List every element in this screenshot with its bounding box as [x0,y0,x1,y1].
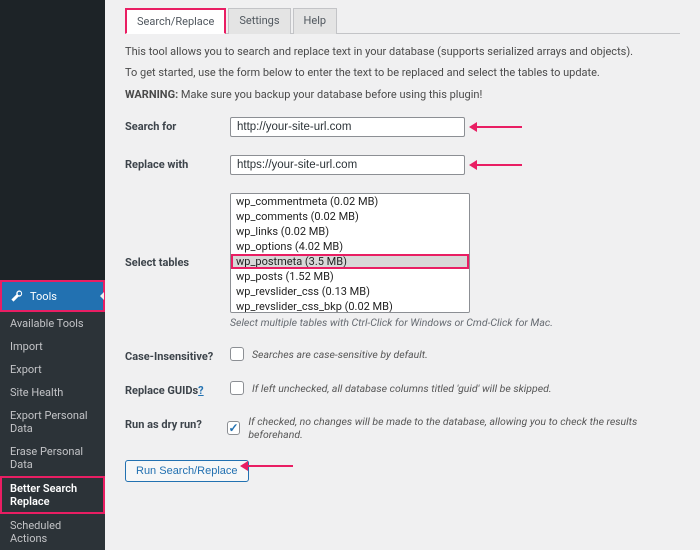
label-search-for: Search for [125,117,230,133]
guids-help-link[interactable]: ? [198,384,203,397]
annotation-arrow [476,164,522,166]
replace-guids-hint: If left unchecked, all database columns … [252,382,552,395]
table-option[interactable]: wp_comments (0.02 MB) [231,209,469,224]
main-content: Search/ReplaceSettingsHelp This tool all… [105,0,700,520]
tab-search-replace[interactable]: Search/Replace [125,8,226,34]
row-case-insensitive: Case-Insensitive? Searches are case-sens… [125,338,680,372]
row-dry-run: Run as dry run? If checked, no changes w… [125,406,680,450]
sidebar-item-export[interactable]: Export [0,358,105,381]
intro-line-1: This tool allows you to search and repla… [125,44,680,59]
sidebar-menu-tools[interactable]: Tools [0,280,105,312]
sidebar-item-erase-personal-data[interactable]: Erase Personal Data [0,440,105,476]
dry-run-hint: If checked, no changes will be made to t… [248,415,680,441]
sidebar-item-better-search-replace[interactable]: Better Search Replace [0,476,105,514]
sidebar-item-scheduled-actions[interactable]: Scheduled Actions [0,514,105,550]
sidebar-menu-tools-label: Tools [30,290,57,303]
row-replace-with: Replace with [125,146,680,184]
tab-help[interactable]: Help [293,8,338,34]
replace-guids-checkbox[interactable] [230,381,244,395]
sidebar-item-export-personal-data[interactable]: Export Personal Data [0,404,105,440]
table-option[interactable]: wp_revslider_css (0.13 MB) [231,284,469,299]
search-input[interactable] [230,117,465,137]
bsr-tabs: Search/ReplaceSettingsHelp [125,8,680,34]
label-dry-run: Run as dry run? [125,415,227,431]
tables-hint: Select multiple tables with Ctrl-Click f… [230,316,553,329]
dry-run-checkbox[interactable] [227,421,241,435]
label-replace-with: Replace with [125,155,230,171]
row-select-tables: Select tables wp_commentmeta (0.02 MB)wp… [125,184,680,338]
wrench-icon [10,289,24,303]
sidebar-item-available-tools[interactable]: Available Tools [0,312,105,335]
active-menu-pointer [100,292,104,300]
tab-settings[interactable]: Settings [228,8,290,34]
annotation-arrow [476,126,522,128]
sidebar-item-site-health[interactable]: Site Health [0,381,105,404]
intro-warning: WARNING: Make sure you backup your datab… [125,87,680,102]
case-insensitive-checkbox[interactable] [230,347,244,361]
table-option[interactable]: wp_options (4.02 MB) [231,239,469,254]
table-option[interactable]: wp_posts (1.52 MB) [231,269,469,284]
annotation-arrow [247,465,293,467]
row-search-for: Search for [125,108,680,146]
replace-input[interactable] [230,155,465,175]
case-insensitive-hint: Searches are case-sensitive by default. [252,348,428,361]
row-replace-guids: Replace GUIDs? If left unchecked, all da… [125,372,680,406]
admin-sidebar: Tools Available ToolsImportExportSite He… [0,0,105,520]
label-replace-guids: Replace GUIDs? [125,381,230,397]
tables-listbox[interactable]: wp_commentmeta (0.02 MB)wp_comments (0.0… [230,193,470,313]
intro-text: This tool allows you to search and repla… [125,44,680,102]
table-option[interactable]: wp_links (0.02 MB) [231,224,469,239]
table-option[interactable]: wp_postmeta (3.5 MB) [231,254,469,269]
run-search-replace-button[interactable]: Run Search/Replace [125,460,249,482]
intro-line-2: To get started, use the form below to en… [125,65,680,80]
table-option[interactable]: wp_commentmeta (0.02 MB) [231,194,469,209]
table-option[interactable]: wp_revslider_css_bkp (0.02 MB) [231,299,469,313]
sidebar-item-import[interactable]: Import [0,335,105,358]
label-case-insensitive: Case-Insensitive? [125,347,230,363]
label-select-tables: Select tables [125,253,230,269]
